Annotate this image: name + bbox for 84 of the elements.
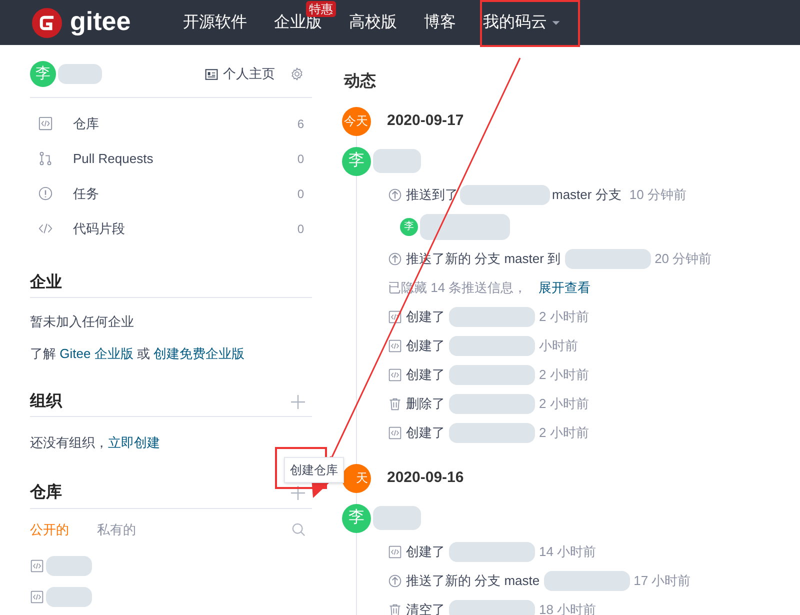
up-arrow-circle-icon bbox=[388, 574, 402, 588]
item-count: 0 bbox=[297, 150, 304, 168]
event-text: 推送了新的 分支 maste bbox=[406, 572, 540, 590]
section-title: 组织 bbox=[30, 392, 62, 412]
repo-icon bbox=[388, 368, 402, 382]
info-text: 暂未加入任何企业 bbox=[30, 313, 135, 331]
info-text: 了解 Gitee 企业版 或 创建免费企业版 bbox=[30, 344, 246, 362]
link[interactable]: Gitee 企业版 bbox=[60, 346, 134, 360]
sidebar-item[interactable]: 代码片段 0 bbox=[30, 211, 312, 246]
event-time: 2 小时前 bbox=[539, 394, 589, 413]
plus-icon bbox=[290, 485, 306, 501]
link[interactable]: 立即创建 bbox=[108, 435, 160, 450]
repo-icon bbox=[388, 338, 402, 352]
event-text: master 分支 bbox=[552, 186, 622, 204]
repo-icon bbox=[388, 310, 402, 324]
event-text: 创建了 bbox=[406, 366, 445, 384]
event-time: 20 分钟前 bbox=[654, 250, 712, 268]
search-icon bbox=[291, 522, 306, 537]
feed-date: 2020-09-17 bbox=[387, 110, 464, 131]
event-time: 14 小时前 bbox=[539, 542, 596, 561]
item-count: 6 bbox=[297, 116, 304, 132]
nav-link[interactable]: 我的码云 bbox=[483, 10, 547, 34]
feed-title: 动态 bbox=[344, 71, 377, 92]
day-badge: 今天 bbox=[342, 106, 371, 136]
feed-date: 2020-09-16 bbox=[387, 468, 464, 488]
trash-icon bbox=[388, 396, 402, 410]
sidebar-item-label: Pull Requests bbox=[73, 150, 154, 168]
event-text: 删除了 bbox=[406, 394, 445, 413]
sidebar-item-label: 任务 bbox=[73, 184, 100, 203]
expand-link[interactable]: 展开查看 bbox=[538, 278, 591, 298]
repo-icon bbox=[388, 544, 402, 558]
nav-link[interactable]: 高校版 bbox=[349, 10, 397, 34]
repo-icon bbox=[388, 426, 402, 440]
user-avatar: 李 bbox=[342, 146, 371, 176]
day-badge: 天 bbox=[342, 464, 371, 492]
section-title: 企业 bbox=[30, 272, 62, 292]
redacted-repo-name bbox=[46, 587, 92, 607]
redacted-username bbox=[373, 506, 421, 530]
profile-link[interactable]: 个人主页 bbox=[204, 64, 275, 84]
item-count: 0 bbox=[297, 220, 304, 238]
promo-badge: 特惠 bbox=[306, 0, 336, 16]
sidebar-item-label: 代码片段 bbox=[73, 220, 126, 238]
link[interactable]: 创建免费企业版 bbox=[154, 346, 245, 360]
settings-icon bbox=[290, 67, 304, 81]
repo-icon bbox=[30, 559, 44, 573]
sidebar-item-label: 仓库 bbox=[73, 114, 100, 133]
up-arrow-circle-icon bbox=[388, 252, 402, 266]
event-time: 小时前 bbox=[539, 336, 578, 355]
event-time: 2 小时前 bbox=[539, 366, 589, 384]
code-icon bbox=[38, 221, 53, 236]
event-text: 创建了 bbox=[406, 542, 445, 561]
user-avatar: 李 bbox=[400, 218, 418, 236]
event-text: 创建了 bbox=[406, 308, 445, 326]
up-arrow-circle-icon bbox=[388, 188, 402, 202]
logo-icon bbox=[32, 8, 62, 38]
redacted-username bbox=[373, 149, 421, 173]
event-text: 创建了 bbox=[406, 424, 445, 442]
repo-icon bbox=[38, 116, 53, 131]
profile-card-icon bbox=[204, 68, 219, 80]
redacted-repo-name bbox=[46, 556, 92, 576]
trash-icon bbox=[388, 602, 402, 615]
event-time: 10 分钟前 bbox=[629, 186, 686, 204]
nav-link[interactable]: 开源软件 bbox=[183, 10, 247, 34]
event-text: 推送到了 bbox=[406, 186, 458, 204]
user-avatar: 李 bbox=[342, 504, 371, 532]
nav-link[interactable]: 博客 bbox=[424, 10, 456, 34]
event-time: 2 小时前 bbox=[539, 424, 589, 442]
repo-icon bbox=[30, 590, 44, 604]
pull-request-icon bbox=[38, 151, 53, 166]
sidebar-item[interactable]: 任务 0 bbox=[30, 176, 312, 211]
logo-text[interactable]: gitee bbox=[70, 8, 131, 38]
item-count: 0 bbox=[297, 186, 304, 202]
sidebar-item[interactable]: Pull Requests 0 bbox=[30, 141, 312, 176]
event-time: 17 小时前 bbox=[634, 572, 691, 590]
event-time: 2 小时前 bbox=[539, 308, 589, 326]
plus-icon bbox=[290, 394, 306, 410]
event-text: 创建了 bbox=[406, 336, 445, 355]
info-circle-icon bbox=[38, 186, 53, 201]
user-avatar: 李 bbox=[30, 61, 56, 87]
info-text: 还没有组织，立即创建 bbox=[30, 434, 161, 452]
tooltip: 创建仓库 bbox=[284, 457, 344, 483]
redacted-username bbox=[58, 64, 102, 84]
sidebar-item[interactable]: 仓库 6 bbox=[30, 106, 312, 141]
section-title: 仓库 bbox=[30, 482, 62, 503]
